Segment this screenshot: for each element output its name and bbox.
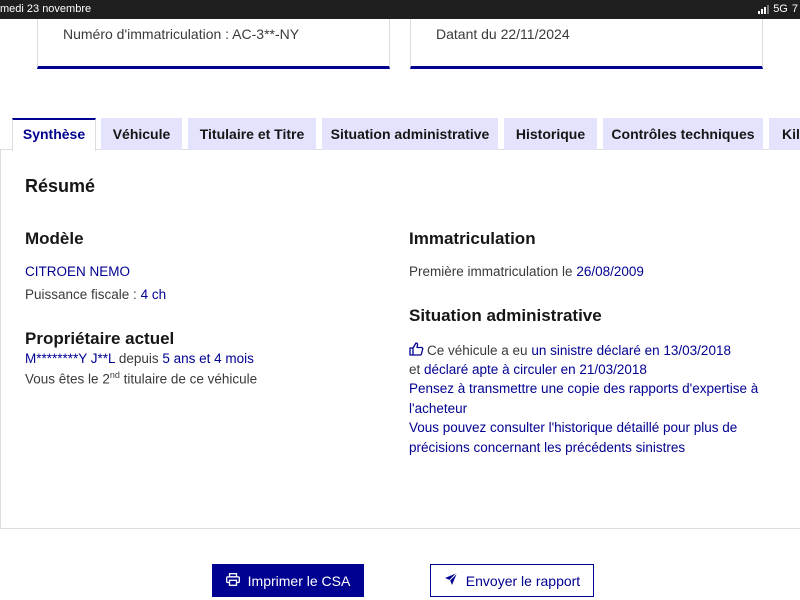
- tab-kilometrage[interactable]: Kil: [769, 118, 800, 150]
- tab-titulaire-et-titre[interactable]: Titulaire et Titre: [188, 118, 316, 150]
- tab-situation-administrative[interactable]: Situation administrative: [322, 118, 498, 150]
- tab-synthese[interactable]: Synthèse: [12, 118, 96, 151]
- print-csa-button[interactable]: Imprimer le CSA: [212, 564, 364, 597]
- owner-rank-suffix: titulaire de ce véhicule: [119, 371, 258, 387]
- owner-rank-number: 2: [102, 371, 110, 387]
- tab-bar: Synthèse Véhicule Titulaire et Titre Sit…: [0, 118, 800, 151]
- tab-vehicule[interactable]: Véhicule: [101, 118, 182, 150]
- sinistre-link[interactable]: un sinistre déclaré en 13/03/2018: [531, 343, 731, 358]
- network-label: 5G: [773, 3, 788, 15]
- owner-rank: Vous êtes le 2nd titulaire de ce véhicul…: [25, 370, 257, 387]
- print-csa-label: Imprimer le CSA: [247, 572, 351, 589]
- owner-name: M********Y J**L: [25, 351, 116, 366]
- status-date: medi 23 novembre: [0, 3, 92, 15]
- apte-line: et déclaré apte à circuler en 21/03/2018: [409, 362, 647, 377]
- apte-link[interactable]: déclaré apte à circuler en 21/03/2018: [424, 362, 647, 377]
- premiere-immatriculation: Première immatriculation le 26/08/2009: [409, 264, 644, 279]
- status-extra: 7: [791, 3, 798, 15]
- printer-icon: [225, 572, 240, 589]
- immatriculation-heading: Immatriculation: [409, 229, 536, 248]
- puissance-fiscale: Puissance fiscale : 4 ch: [25, 287, 166, 302]
- apte-prefix: et: [409, 362, 425, 377]
- proprietaire-heading: Propriétaire actuel: [25, 329, 175, 348]
- owner-since-label: depuis: [115, 351, 163, 366]
- tab-historique[interactable]: Historique: [504, 118, 597, 150]
- owner-rank-sup: nd: [109, 370, 120, 380]
- thumbs-up-icon: [409, 342, 424, 359]
- historique-advice-line2: précisions concernant les précédents sin…: [409, 440, 686, 455]
- report-date-card: Datant du 22/11/2024: [410, 19, 763, 69]
- summary-title: Résumé: [25, 176, 96, 196]
- vehicle-model: CITROEN NEMO: [25, 264, 131, 279]
- status-bar: medi 23 novembre 5G 7: [0, 0, 800, 19]
- modele-heading: Modèle: [25, 229, 84, 248]
- tab-controles-techniques[interactable]: Contrôles techniques: [603, 118, 763, 150]
- report-date: Datant du 22/11/2024: [436, 26, 570, 42]
- sinistre-prefix: Ce véhicule a eu: [427, 343, 532, 358]
- puissance-label: Puissance fiscale :: [25, 287, 141, 302]
- premiere-date: 26/08/2009: [576, 264, 644, 279]
- status-indicators: 5G 7: [758, 3, 798, 15]
- send-report-button[interactable]: Envoyer le rapport: [430, 564, 594, 597]
- historique-advice-line1: Vous pouvez consulter l'historique détai…: [409, 420, 738, 435]
- situation-heading: Situation administrative: [409, 306, 602, 325]
- signal-icon: [758, 4, 770, 14]
- puissance-value: 4 ch: [140, 287, 167, 302]
- premiere-label: Première immatriculation le: [409, 264, 577, 279]
- expertise-advice-line1: Pensez à transmettre une copie des rappo…: [409, 381, 759, 396]
- immatriculation-card: Numéro d'immatriculation : AC-3**-NY: [37, 19, 390, 69]
- owner-line: M********Y J**L depuis 5 ans et 4 mois: [25, 351, 254, 366]
- expertise-advice-line2: l'acheteur: [409, 401, 468, 416]
- owner-rank-prefix: Vous êtes le: [25, 371, 103, 387]
- send-report-label: Envoyer le rapport: [465, 572, 581, 589]
- send-icon: [444, 572, 458, 589]
- owner-since-value: 5 ans et 4 mois: [162, 351, 254, 366]
- immatriculation-number: Numéro d'immatriculation : AC-3**-NY: [63, 26, 300, 42]
- sinistre-line: Ce véhicule a eu un sinistre déclaré en …: [409, 342, 731, 359]
